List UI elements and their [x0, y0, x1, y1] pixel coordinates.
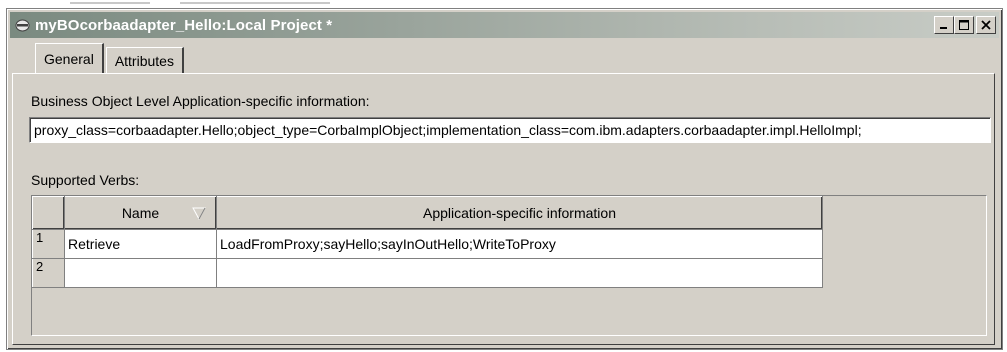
- bo-info-field[interactable]: proxy_class=corbaadapter.Hello;object_ty…: [29, 117, 991, 143]
- verbs-grid: Name Application-specific information 1 …: [32, 196, 823, 288]
- bo-info-label: Business Object Level Application-specif…: [31, 93, 370, 109]
- title-bar[interactable]: myBOcorbaadapter_Hello:Local Project *: [10, 12, 999, 38]
- close-button[interactable]: [976, 16, 996, 34]
- maximize-button[interactable]: [954, 16, 974, 34]
- minimize-icon: [940, 27, 947, 29]
- verb-name-cell[interactable]: Retrieve: [64, 229, 217, 259]
- row-number-cell[interactable]: 1: [32, 229, 65, 259]
- verb-name-cell[interactable]: [64, 258, 217, 288]
- window-title: myBOcorbaadapter_Hello:Local Project *: [35, 16, 333, 34]
- row-number-cell[interactable]: 2: [32, 258, 65, 288]
- window-controls: [934, 16, 996, 34]
- minimize-button[interactable]: [934, 16, 954, 34]
- app-info-header-label: Application-specific information: [423, 205, 616, 221]
- corner-header-cell: [32, 196, 65, 230]
- supported-verbs-label: Supported Verbs:: [31, 172, 140, 188]
- tab-general[interactable]: General: [35, 43, 104, 73]
- background-line: [70, 2, 150, 4]
- editor-window: myBOcorbaadapter_Hello:Local Project * G…: [6, 8, 1003, 350]
- table-row[interactable]: 1 Retrieve LoadFromProxy;sayHello;sayInO…: [32, 229, 823, 259]
- verb-info-cell[interactable]: [216, 258, 823, 288]
- verb-info-cell[interactable]: LoadFromProxy;sayHello;sayInOutHello;Wri…: [216, 229, 823, 259]
- table-header-row: Name Application-specific information: [32, 196, 823, 230]
- sort-down-icon[interactable]: [192, 206, 206, 220]
- verbs-table: Name Application-specific information 1 …: [31, 195, 987, 336]
- database-icon: [15, 19, 30, 31]
- background-strip: [0, 0, 1007, 8]
- background-line: [180, 2, 330, 4]
- tab-attributes[interactable]: Attributes: [105, 47, 184, 73]
- table-row[interactable]: 2: [32, 258, 823, 288]
- close-icon: [981, 20, 991, 30]
- name-column-header[interactable]: Name: [64, 196, 217, 230]
- app-info-column-header[interactable]: Application-specific information: [216, 196, 823, 230]
- name-header-label: Name: [121, 205, 160, 221]
- tab-strip: General Attributes: [35, 43, 186, 73]
- maximize-icon: [959, 20, 969, 30]
